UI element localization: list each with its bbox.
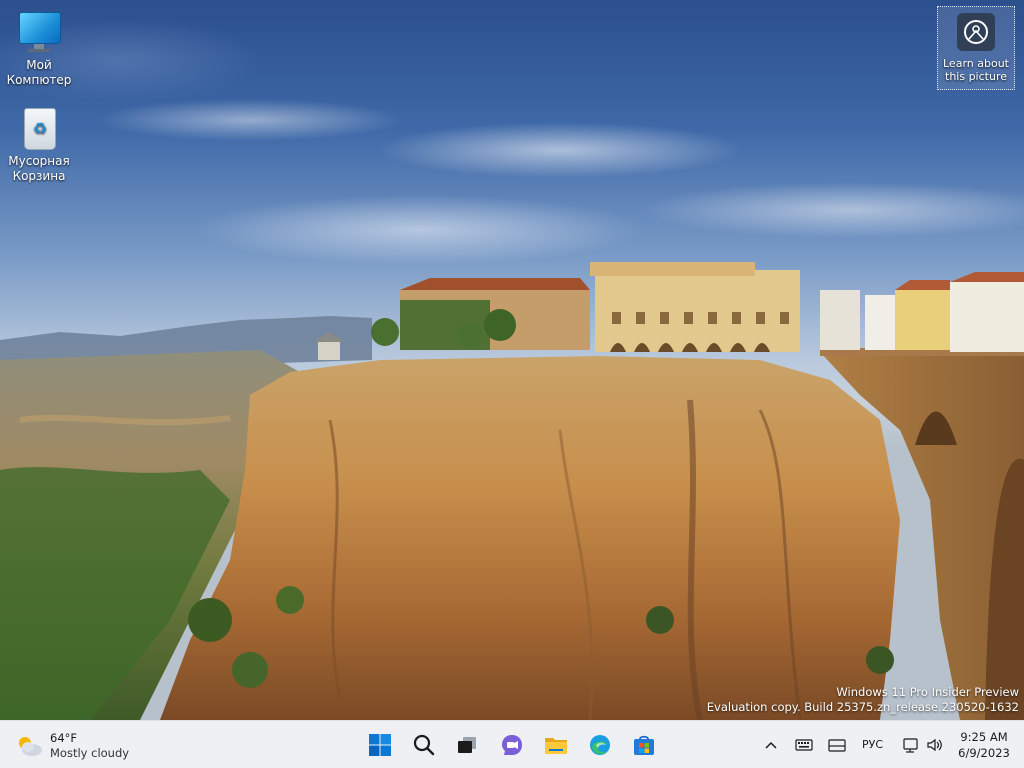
desktop-icon-label: Мусорная (8, 154, 70, 168)
show-hidden-icons-button[interactable] (764, 735, 778, 755)
weather-condition: Mostly cloudy (50, 746, 130, 760)
weather-temp: 64°F (50, 731, 77, 745)
search-icon (413, 734, 435, 756)
camera-icon (957, 13, 995, 51)
store-button[interactable] (626, 727, 662, 763)
start-button[interactable] (362, 727, 398, 763)
store-icon (634, 735, 654, 755)
chat-button[interactable] (494, 727, 530, 763)
recycle-bin-icon: ♻ (17, 106, 61, 150)
file-explorer-button[interactable] (538, 727, 574, 763)
desktop-icon-my-computer[interactable]: Мой Компютер (1, 10, 77, 88)
task-view-icon (458, 737, 476, 753)
learn-label: this picture (945, 70, 1007, 83)
taskbar: 64°F Mostly cloudy РУС 9:25 AM 6/9/2023 (0, 720, 1024, 768)
evaluation-watermark: Windows 11 Pro Insider Preview Evaluatio… (707, 685, 1019, 715)
network-button[interactable] (902, 735, 920, 755)
partly-cloudy-icon (19, 737, 42, 756)
clock-time: 9:25 AM (960, 730, 1008, 744)
chevron-up-icon (765, 741, 777, 749)
folder-icon (545, 738, 567, 754)
language-indicator[interactable]: РУС (862, 738, 883, 758)
clock-date: 6/9/2023 (958, 746, 1010, 760)
edge-icon (590, 735, 610, 755)
chat-icon (502, 735, 522, 755)
task-view-button[interactable] (449, 727, 485, 763)
learn-about-picture-button[interactable]: Learn about this picture (937, 6, 1015, 90)
desktop-icon-label: Компютер (6, 73, 72, 87)
touch-keyboard-icon (828, 739, 846, 752)
edge-button[interactable] (582, 727, 618, 763)
desktop-icon-label: Корзина (12, 169, 66, 183)
monitor-icon (17, 10, 61, 54)
watermark-edition: Windows 11 Pro Insider Preview (836, 685, 1019, 699)
desktop-icon-label: Мой (26, 58, 52, 72)
desktop-icon-recycle-bin[interactable]: ♻ Мусорная Корзина (1, 106, 77, 184)
weather-widget[interactable]: 64°F Mostly cloudy (16, 729, 146, 761)
volume-button[interactable] (926, 735, 944, 755)
watermark-build: Evaluation copy. Build 25375.zn_release.… (706, 700, 1019, 714)
speaker-icon (927, 738, 942, 752)
desktop-wallpaper: Мой Компютер ♻ Мусорная Корзина Learn ab… (0, 0, 1024, 720)
network-icon (903, 738, 918, 753)
learn-label: Learn about (943, 57, 1009, 70)
wallpaper-landscape (0, 262, 1024, 720)
touch-keyboard-button[interactable] (828, 735, 846, 755)
windows-logo-icon (369, 734, 391, 756)
keyboard-icon (795, 739, 813, 751)
keyboard-button[interactable] (795, 735, 813, 755)
clock[interactable]: 9:25 AM 6/9/2023 (950, 729, 1018, 761)
search-button[interactable] (406, 727, 442, 763)
